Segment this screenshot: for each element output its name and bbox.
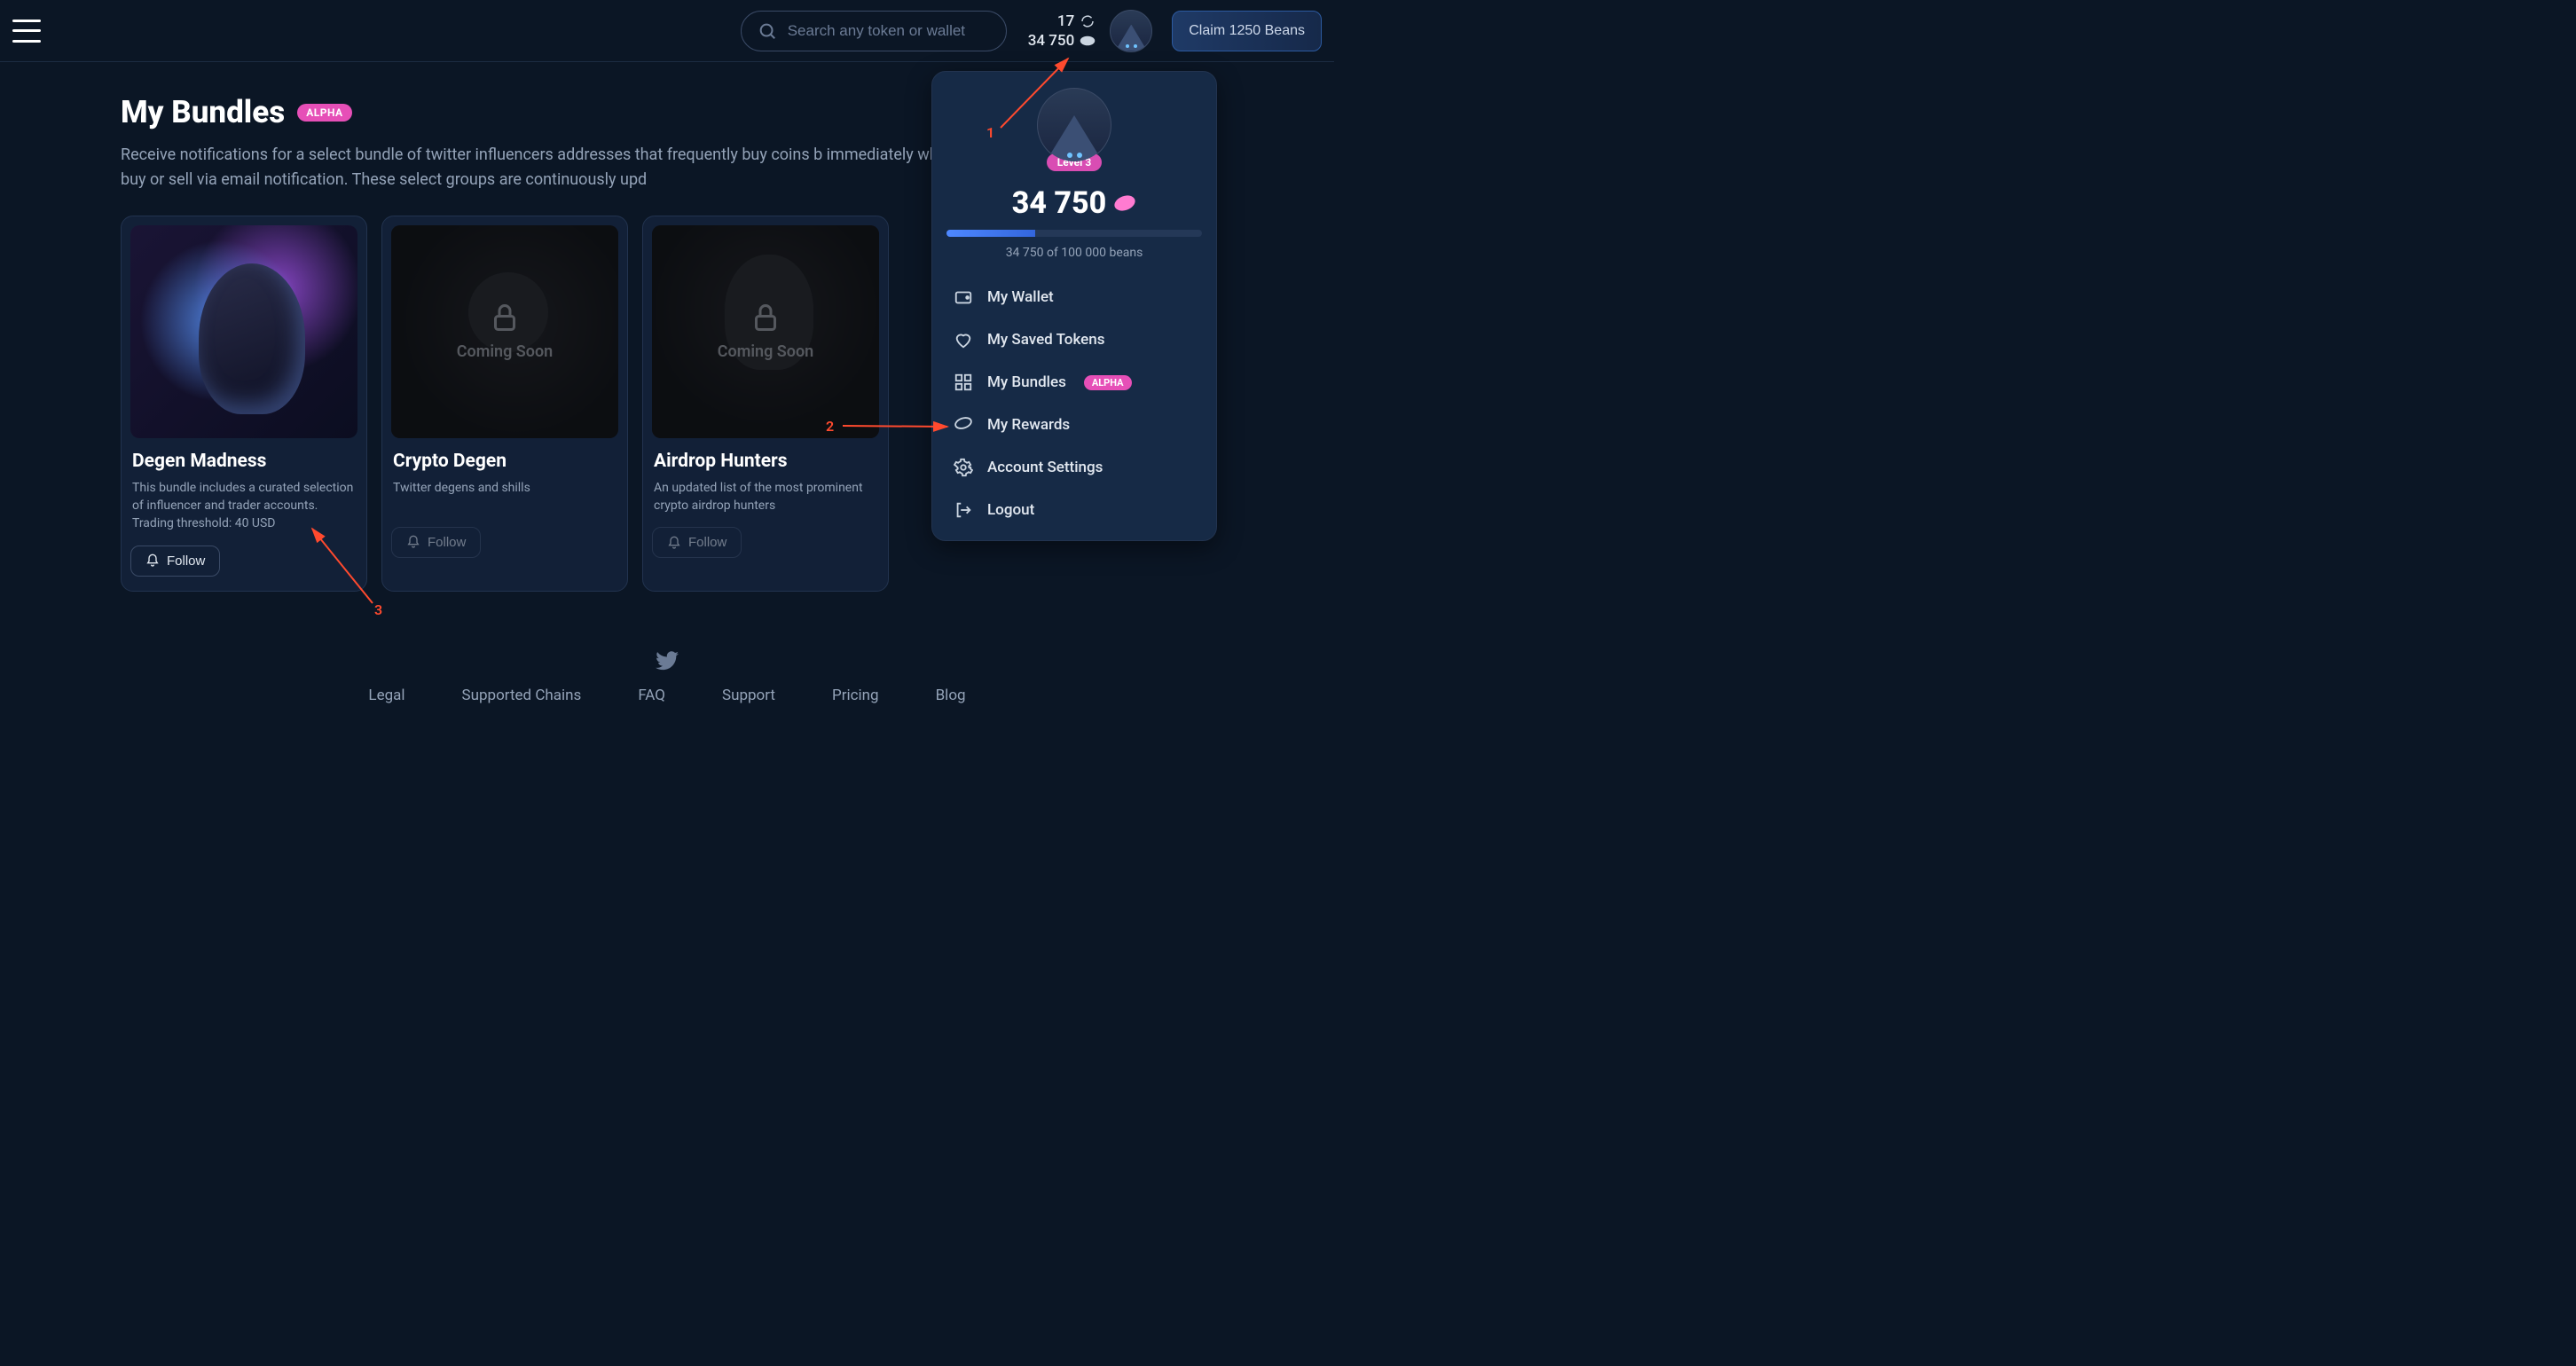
follow-button: Follow bbox=[652, 527, 742, 558]
follow-label: Follow bbox=[167, 553, 205, 569]
bundle-description: This bundle includes a curated selection… bbox=[132, 479, 356, 533]
coming-soon-label: Coming Soon bbox=[718, 342, 813, 361]
bundle-image: Coming Soon bbox=[652, 225, 879, 438]
progress-bar bbox=[946, 230, 1202, 237]
search-icon bbox=[758, 21, 777, 41]
footer: Legal Supported Chains FAQ Support Prici… bbox=[0, 651, 1334, 711]
heart-icon bbox=[954, 330, 973, 349]
follow-label: Follow bbox=[688, 535, 726, 550]
wallet-icon bbox=[954, 287, 973, 307]
gear-icon bbox=[954, 458, 973, 477]
menu-my-rewards[interactable]: My Rewards bbox=[946, 404, 1202, 446]
page-subtitle: Receive notifications for a select bundl… bbox=[121, 143, 990, 192]
bundle-card-airdrop-hunters: Coming Soon Airdrop Hunters An updated l… bbox=[642, 216, 889, 592]
menu-label: Account Settings bbox=[987, 459, 1103, 476]
menu-logout[interactable]: Logout bbox=[946, 489, 1202, 531]
streak-count: 17 bbox=[1057, 12, 1074, 30]
bundle-image bbox=[130, 225, 357, 438]
menu-my-wallet[interactable]: My Wallet bbox=[946, 276, 1202, 318]
footer-link-blog[interactable]: Blog bbox=[936, 687, 966, 704]
footer-link-pricing[interactable]: Pricing bbox=[832, 687, 879, 704]
alpha-badge: ALPHA bbox=[297, 104, 351, 122]
bundle-title: Airdrop Hunters bbox=[654, 451, 877, 472]
bundle-description: An updated list of the most prominent cr… bbox=[654, 479, 877, 515]
hamburger-menu-button[interactable] bbox=[12, 20, 41, 43]
annotation-number-3: 3 bbox=[374, 601, 382, 618]
header-stats: 17 34 750 bbox=[1028, 12, 1096, 50]
header-bar: 17 34 750 Claim 1250 Beans bbox=[0, 0, 1334, 62]
lock-icon bbox=[750, 302, 781, 334]
twitter-icon[interactable] bbox=[656, 651, 679, 671]
menu-my-saved-tokens[interactable]: My Saved Tokens bbox=[946, 318, 1202, 361]
bundle-description: Twitter degens and shills bbox=[393, 479, 617, 514]
coming-soon-label: Coming Soon bbox=[457, 342, 553, 361]
footer-link-faq[interactable]: FAQ bbox=[638, 687, 665, 704]
user-dropdown-panel: Level 3 34 750 34 750 of 100 000 beans M… bbox=[931, 71, 1217, 541]
bell-icon bbox=[406, 535, 420, 549]
dropdown-bean-count: 34 750 bbox=[1012, 185, 1107, 221]
claim-beans-button[interactable]: Claim 1250 Beans bbox=[1172, 11, 1322, 51]
lock-icon bbox=[489, 302, 521, 334]
footer-link-legal[interactable]: Legal bbox=[368, 687, 404, 704]
user-avatar-button[interactable] bbox=[1110, 10, 1152, 52]
dropdown-avatar bbox=[1037, 88, 1111, 162]
bean-icon bbox=[1080, 35, 1096, 47]
follow-button: Follow bbox=[391, 527, 481, 558]
search-box[interactable] bbox=[741, 11, 1007, 51]
logout-icon bbox=[954, 500, 973, 520]
follow-label: Follow bbox=[428, 535, 466, 550]
menu-my-bundles[interactable]: My Bundles ALPHA bbox=[946, 361, 1202, 404]
bundle-card-crypto-degen: Coming Soon Crypto Degen Twitter degens … bbox=[381, 216, 628, 592]
footer-link-supported-chains[interactable]: Supported Chains bbox=[462, 687, 582, 704]
bean-icon bbox=[1113, 194, 1136, 212]
menu-label: My Bundles bbox=[987, 373, 1066, 391]
footer-link-support[interactable]: Support bbox=[722, 687, 775, 704]
menu-label: Logout bbox=[987, 501, 1034, 519]
bundle-title: Degen Madness bbox=[132, 451, 356, 472]
bell-icon bbox=[145, 553, 160, 568]
bean-count: 34 750 bbox=[1028, 32, 1075, 50]
menu-label: My Saved Tokens bbox=[987, 331, 1104, 349]
dropdown-menu: My Wallet My Saved Tokens My Bundles ALP… bbox=[946, 276, 1202, 531]
search-input[interactable] bbox=[788, 22, 990, 40]
page-title: My Bundles bbox=[121, 94, 285, 130]
alpha-badge: ALPHA bbox=[1084, 375, 1132, 390]
bell-icon bbox=[667, 536, 681, 550]
menu-label: My Rewards bbox=[987, 416, 1070, 434]
bundle-card-degen-madness[interactable]: Degen Madness This bundle includes a cur… bbox=[121, 216, 367, 592]
progress-label: 34 750 of 100 000 beans bbox=[946, 246, 1202, 260]
streak-icon bbox=[1080, 13, 1096, 29]
grid-icon bbox=[954, 373, 973, 392]
follow-button[interactable]: Follow bbox=[130, 546, 220, 577]
menu-account-settings[interactable]: Account Settings bbox=[946, 446, 1202, 489]
menu-label: My Wallet bbox=[987, 288, 1054, 306]
bundle-title: Crypto Degen bbox=[393, 451, 617, 472]
footer-links: Legal Supported Chains FAQ Support Prici… bbox=[368, 687, 965, 704]
bean-icon bbox=[954, 415, 973, 435]
bundle-image: Coming Soon bbox=[391, 225, 618, 438]
